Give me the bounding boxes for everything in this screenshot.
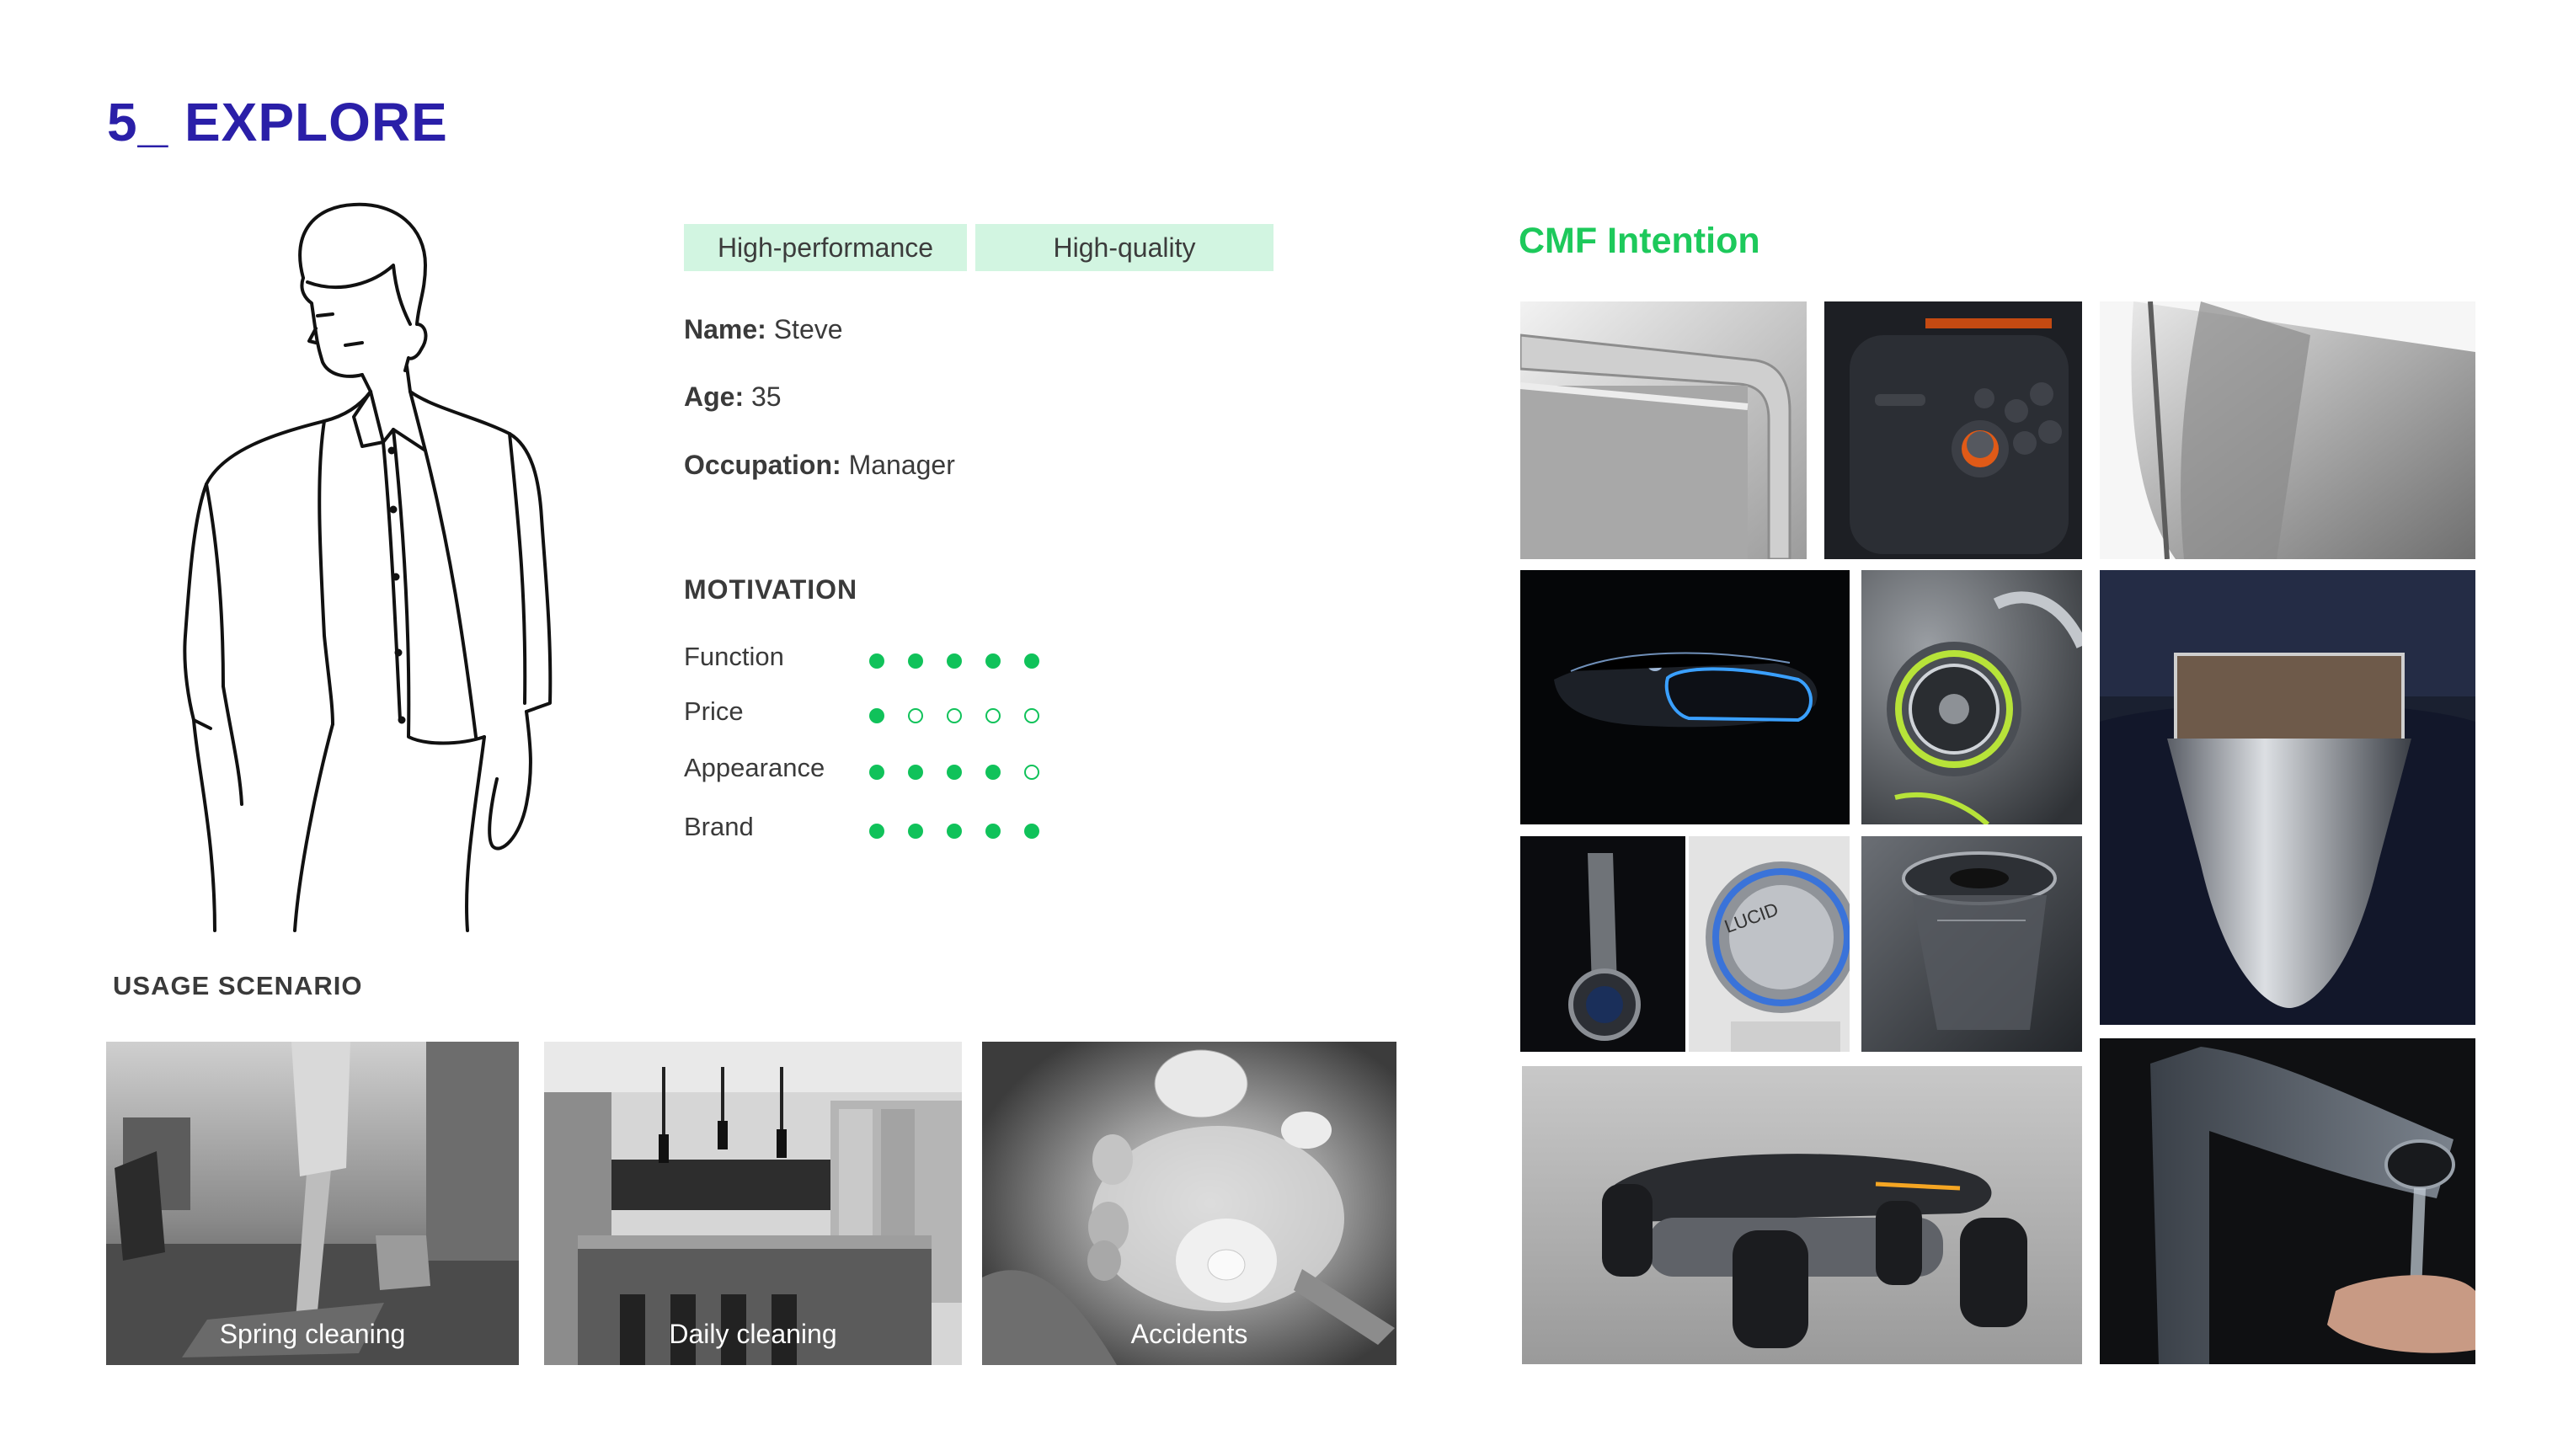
cmf-image-glass-cup [1861, 836, 2082, 1052]
rating-dot-empty [1024, 765, 1039, 780]
rating-dot-filled [985, 824, 1001, 839]
rating-dot-filled [985, 765, 1001, 780]
cmf-image-lucid-ring: LUCID [1689, 836, 1850, 1052]
cmf-image-speaker-mesh [2100, 301, 2475, 559]
persona-age: Age: 35 [684, 381, 782, 412]
cmf-image-wheel-hub [1861, 570, 2082, 824]
cmf-image-car-grille [1520, 570, 1850, 824]
rating-dot-empty [947, 708, 962, 723]
rating-dot-filled [947, 824, 962, 839]
rating-dot-filled [869, 708, 884, 723]
motivation-row-appearance: Appearance [684, 753, 1063, 790]
cmf-image-dark-fan [1520, 836, 1685, 1052]
rating-dot-filled [869, 824, 884, 839]
cmf-intention-title: CMF Intention [1519, 221, 1760, 261]
cmf-image-game-controller [1824, 301, 2082, 559]
rating-dot-empty [1024, 708, 1039, 723]
motivation-label: Function [684, 642, 784, 671]
scene-label: Spring cleaning [219, 1319, 406, 1349]
rating-dot-filled [908, 653, 923, 669]
motivation-row-price: Price [684, 696, 1063, 733]
rating-dot-filled [947, 653, 962, 669]
motivation-label: Brand [684, 812, 754, 841]
persona-illustration [183, 202, 553, 932]
rating-dot-filled [947, 765, 962, 780]
scene-photo [544, 1042, 962, 1365]
scene-label: Accidents [1130, 1319, 1248, 1349]
persona-tag-high-performance: High-performance [684, 224, 967, 271]
scene-spring-cleaning: Spring cleaning [106, 1042, 519, 1365]
cmf-image-metal-faucet [2100, 1038, 2475, 1364]
scene-accidents: Accidents [982, 1042, 1396, 1365]
motivation-label: Appearance [684, 753, 825, 782]
rating-dot-filled [985, 653, 1001, 669]
motivation-row-function: Function [684, 642, 1063, 679]
rating-dot-filled [908, 824, 923, 839]
scene-photo [106, 1042, 519, 1365]
motivation-label: Price [684, 696, 744, 726]
rating-dot-filled [1024, 653, 1039, 669]
persona-occupation: Occupation: Manager [684, 450, 955, 480]
rating-dot-filled [1024, 824, 1039, 839]
scene-daily-cleaning: Daily cleaning [544, 1042, 962, 1365]
scene-label: Daily cleaning [669, 1319, 837, 1349]
rating-dot-empty [985, 708, 1001, 723]
cmf-image-skateboard [1522, 1066, 2082, 1364]
persona-tag-high-quality: High-quality [975, 224, 1273, 271]
persona-name: Name: Steve [684, 314, 843, 344]
rating-dot-filled [869, 765, 884, 780]
motivation-title: MOTIVATION [684, 574, 858, 605]
cmf-image-metal-nozzle [2100, 570, 2475, 1025]
rating-dot-filled [908, 765, 923, 780]
cmf-image-aluminum-frame [1520, 301, 1807, 559]
rating-dot-empty [908, 708, 923, 723]
scene-photo [982, 1042, 1396, 1365]
motivation-row-brand: Brand [684, 812, 1063, 849]
page-title: 5_ EXPLORE [107, 92, 448, 152]
rating-dot-filled [869, 653, 884, 669]
usage-scenario-title: USAGE SCENARIO [113, 971, 363, 1000]
